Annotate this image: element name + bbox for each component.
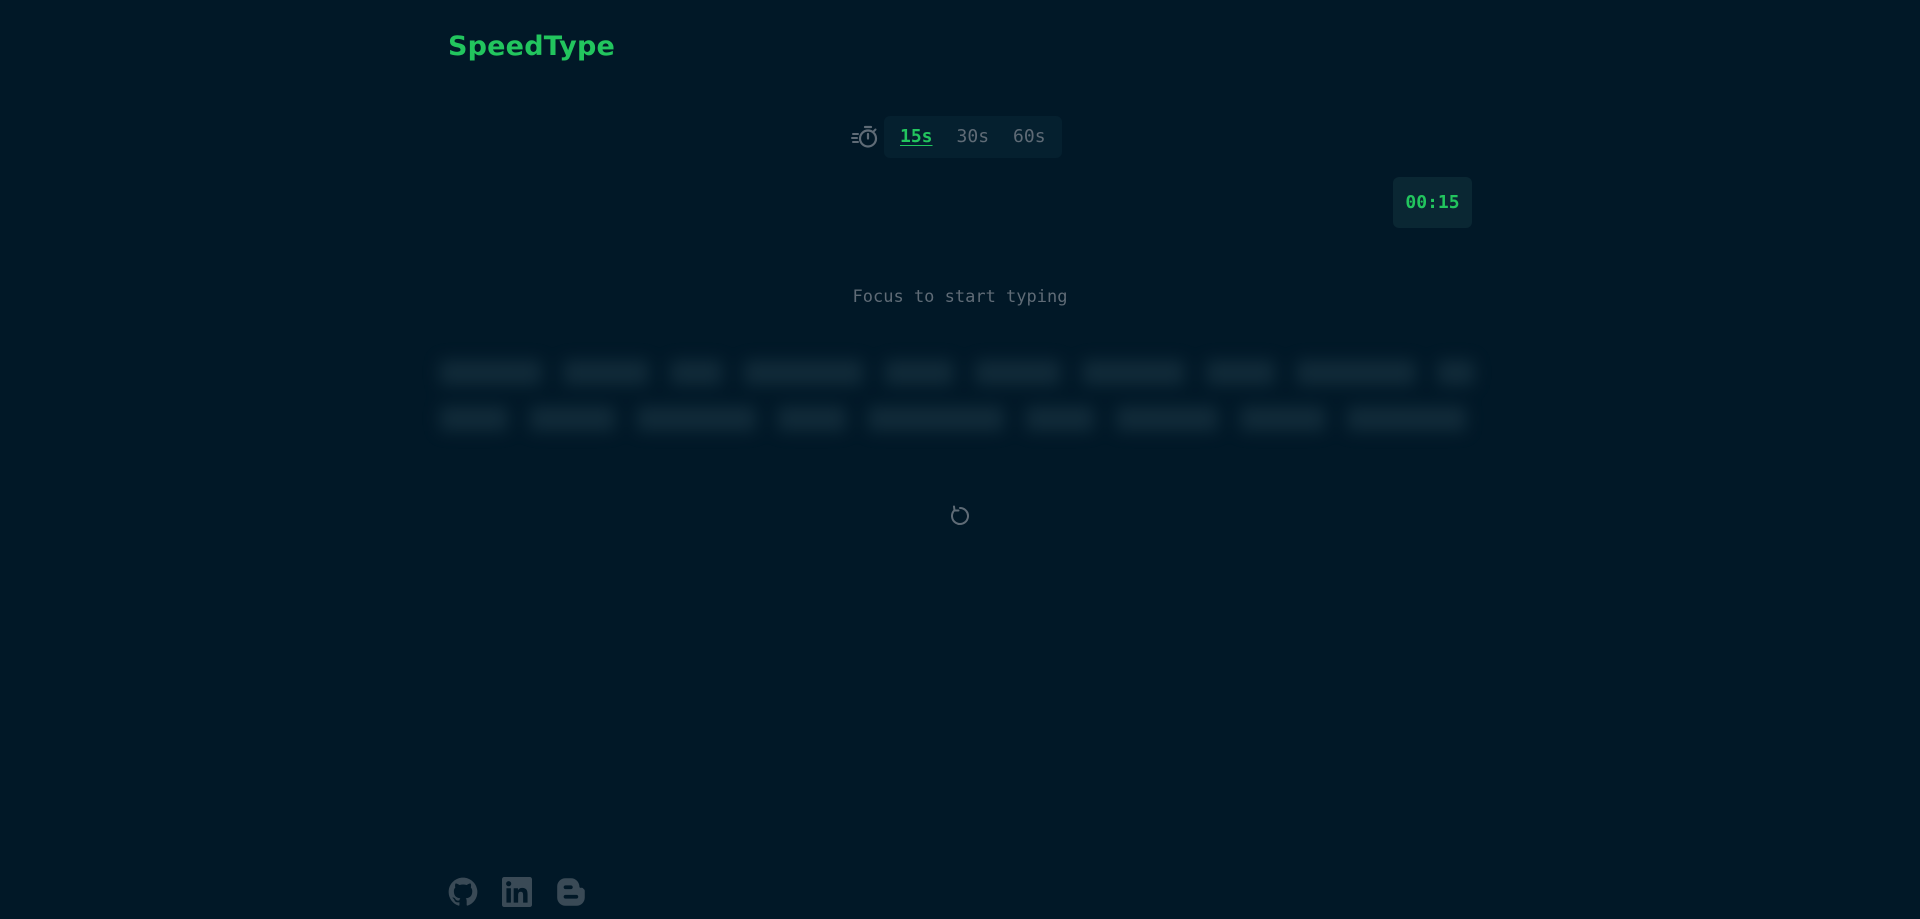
- linkedin-icon: [502, 877, 532, 907]
- duration-options: 15s 30s 60s: [884, 116, 1062, 158]
- focus-hint: Focus to start typing: [852, 287, 1068, 307]
- duration-option-60s[interactable]: 60s: [1001, 116, 1058, 158]
- restart-icon: [951, 505, 969, 525]
- blurred-text-line: ▆▆▆▆▆▆ ▆▆▆▆▆ ▆▆▆ ▆▆▆▆▆▆▆ ▆▆▆▆ ▆▆▆▆▆ ▆▆▆▆…: [440, 352, 1474, 385]
- restart-button[interactable]: [947, 503, 973, 529]
- blogger-icon: [557, 878, 585, 906]
- footer-links: [448, 877, 586, 907]
- duration-selector: 15s 30s 60s: [850, 116, 1062, 158]
- blurred-text-line: ▆▆▆▆ ▆▆▆▆▆ ▆▆▆▆▆▆▆ ▆▆▆▆ ▆▆▆▆▆▆▆▆ ▆▆▆▆ ▆▆…: [440, 398, 1474, 431]
- app-logo[interactable]: SpeedType: [448, 31, 615, 62]
- linkedin-link[interactable]: [502, 877, 532, 907]
- blogger-link[interactable]: [556, 877, 586, 907]
- github-link[interactable]: [448, 877, 478, 907]
- page: SpeedType 15s 30s 60s 00:15 Focus to sta…: [0, 0, 1920, 919]
- timer-icon: [850, 122, 880, 152]
- github-icon: [448, 877, 478, 906]
- duration-option-15s[interactable]: 15s: [888, 116, 945, 158]
- countdown-timer: 00:15: [1393, 177, 1472, 228]
- typing-text-area[interactable]: ▆▆▆▆▆▆ ▆▆▆▆▆ ▆▆▆ ▆▆▆▆▆▆▆ ▆▆▆▆ ▆▆▆▆▆ ▆▆▆▆…: [440, 346, 1474, 450]
- duration-option-30s[interactable]: 30s: [945, 116, 1002, 158]
